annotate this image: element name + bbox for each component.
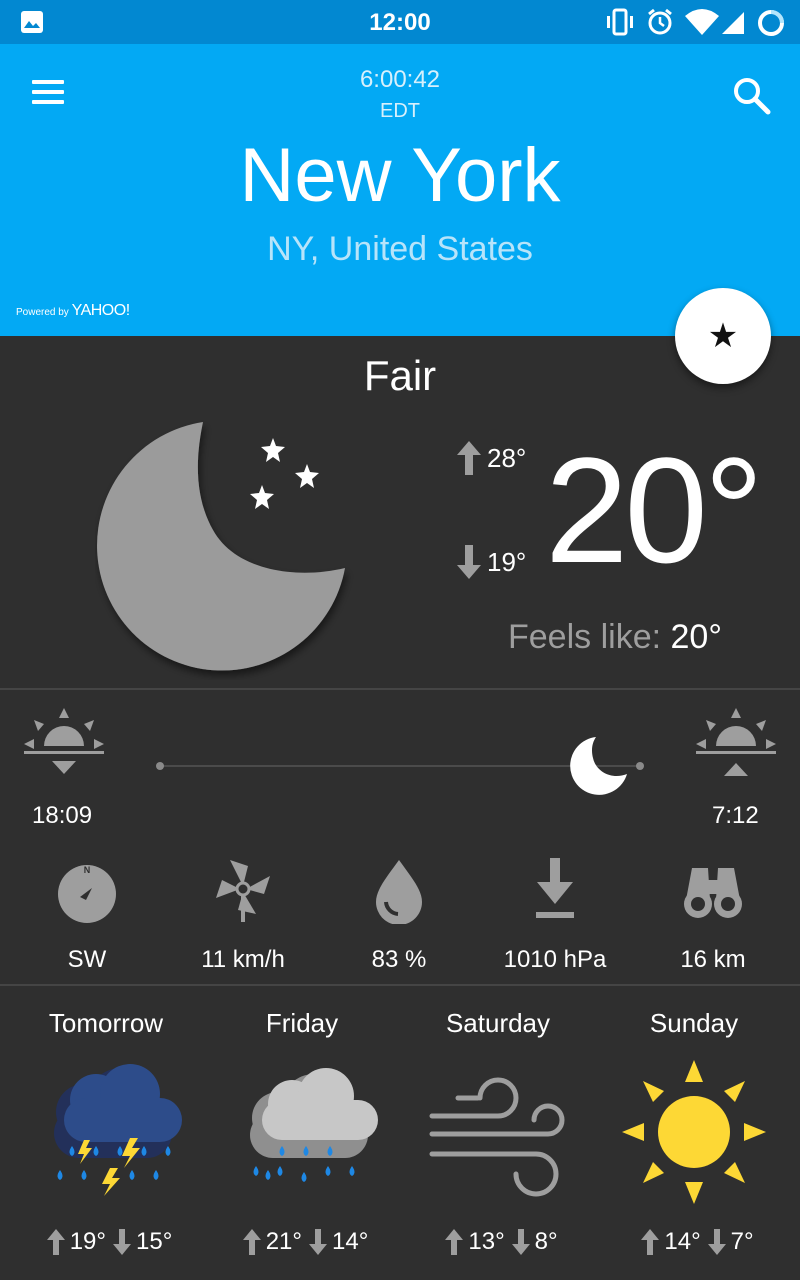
status-bar: 12:00 <box>0 0 800 44</box>
drop-icon <box>376 860 422 924</box>
arrow-down-icon <box>457 545 481 579</box>
sunrise-time: 7:12 <box>712 802 759 829</box>
timezone: EDT <box>380 100 420 122</box>
rain-cloud-icon <box>250 1068 378 1182</box>
forecast-day-name: Saturday <box>445 1008 551 1038</box>
thunderstorm-icon <box>54 1064 182 1196</box>
arrow-down-icon <box>113 1229 131 1255</box>
pinwheel-icon <box>216 860 270 922</box>
location-header: 6:00:42 EDT New York NY, United States P… <box>0 44 800 336</box>
low-temp: 19° <box>455 542 526 582</box>
pressure: 1010 hPa <box>475 854 635 973</box>
arrow-up-icon <box>445 1229 464 1255</box>
powered-by: Powered by YAHOO! <box>16 302 131 319</box>
region-name: NY, United States <box>267 230 533 268</box>
divider <box>0 688 800 690</box>
signal-icon <box>722 12 744 34</box>
visibility: 16 km <box>633 854 793 973</box>
yahoo-logo: YAHOO! <box>71 302 131 319</box>
star-icon: ★ <box>707 317 739 355</box>
pressure-arrow-icon <box>536 858 574 918</box>
wind-speed: 11 km/h <box>163 854 323 973</box>
arrow-down-icon <box>511 1229 530 1255</box>
status-time: 12:00 <box>369 9 431 36</box>
forecast-day-name: Tomorrow <box>48 1008 164 1038</box>
track-start-dot <box>156 762 164 770</box>
divider <box>0 984 800 986</box>
forecast-day[interactable]: Tomorrow 19° 15° <box>8 1008 204 1255</box>
arrow-up-icon <box>46 1229 65 1255</box>
feels-like-value: 20° <box>670 618 722 656</box>
wind-direction: N SW <box>7 854 167 973</box>
wifi-icon <box>685 9 719 35</box>
forecast-day-name: Friday <box>265 1008 339 1038</box>
forecast-temps: 14° 7° <box>596 1228 792 1256</box>
local-time: 6:00:42 <box>359 66 441 93</box>
forecast-day[interactable]: Sunday 14° 7° <box>596 1008 792 1255</box>
sunset-icon <box>24 708 104 774</box>
forecast-temps: 21° 14° <box>204 1228 400 1256</box>
arrow-up-icon <box>641 1229 660 1255</box>
forecast-day[interactable]: Saturday 13° 8° <box>400 1008 596 1255</box>
forecast-day-name: Sunday <box>649 1008 739 1038</box>
sunrise-icon <box>696 708 776 776</box>
svg-text:N: N <box>84 865 91 875</box>
arrow-up-icon <box>242 1229 261 1255</box>
humidity: 83 % <box>319 854 479 973</box>
compass-icon: N <box>58 865 116 923</box>
binoculars-icon <box>684 868 742 918</box>
sunset-time: 18:09 <box>32 802 93 829</box>
forecast-temps: 19° 15° <box>8 1228 204 1256</box>
vibrate-icon <box>607 8 633 36</box>
moon-stars-icon <box>97 422 346 671</box>
loading-icon <box>758 10 784 36</box>
feels-like: Feels like: 20° <box>508 618 722 656</box>
city-name: New York <box>239 133 561 218</box>
current-temperature: 20° <box>545 426 764 594</box>
forecast-temps: 13° 8° <box>400 1228 596 1256</box>
wind-icon <box>429 1077 565 1197</box>
favorite-button[interactable]: ★ <box>675 288 771 384</box>
track-end-dot <box>636 762 644 770</box>
sun-icon <box>622 1060 766 1204</box>
alarm-icon <box>648 8 672 35</box>
search-icon[interactable] <box>730 74 774 118</box>
arrow-up-icon <box>457 441 481 475</box>
forecast-day[interactable]: Friday 21° 14° <box>204 1008 400 1255</box>
arrow-down-icon <box>309 1229 327 1255</box>
high-temp: 28° <box>455 438 526 478</box>
moon-position-icon <box>570 737 627 795</box>
arrow-down-icon <box>707 1229 726 1255</box>
